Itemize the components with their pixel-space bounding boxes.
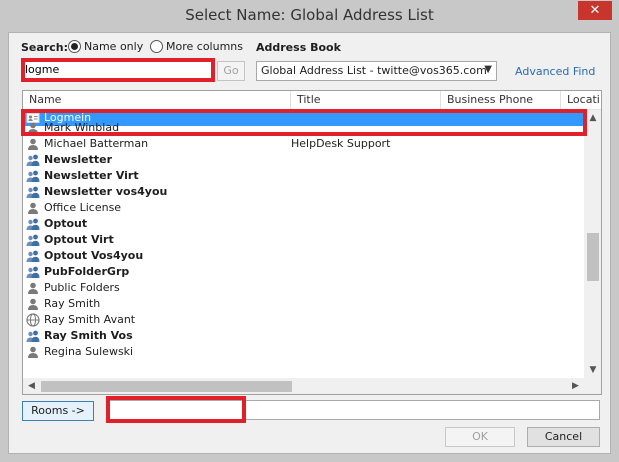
close-icon: ✕ [589, 3, 601, 18]
row-name: PubFolderGrp [44, 265, 130, 278]
radio-name-only-indicator[interactable] [68, 40, 81, 53]
column-header-location[interactable]: Locati [561, 91, 601, 109]
rooms-button[interactable]: Rooms -> [22, 401, 94, 421]
table-row[interactable]: Ray Smith Avant [23, 312, 584, 328]
user-icon [26, 137, 40, 151]
radio-name-only-label: Name only [84, 40, 144, 53]
user-icon [26, 201, 40, 215]
group-icon [26, 329, 40, 343]
address-book-label: Address Book [256, 41, 341, 54]
user-icon [26, 297, 40, 311]
radio-more-columns-indicator[interactable] [150, 40, 163, 53]
horizontal-scrollbar[interactable]: ◀ ▶ [23, 378, 584, 394]
radio-more-columns-label: More columns [166, 40, 243, 53]
table-row[interactable]: Office License [23, 200, 584, 216]
horizontal-scroll-thumb[interactable] [41, 381, 292, 392]
user-icon [26, 345, 40, 359]
row-name: Optout [44, 217, 88, 230]
table-row[interactable]: PubFolderGrp [23, 264, 584, 280]
table-row[interactable]: Public Folders [23, 280, 584, 296]
scroll-down-icon[interactable]: ▼ [584, 362, 601, 378]
table-row[interactable]: Optout Virt [23, 232, 584, 248]
radio-selected-dot [71, 43, 78, 50]
go-button[interactable]: Go [217, 61, 245, 81]
group-icon [26, 265, 40, 279]
row-name: Optout Vos4you [44, 249, 144, 262]
table-row[interactable]: Optout Vos4you [23, 248, 584, 264]
title-bar: Select Name: Global Address List ✕ [0, 0, 619, 32]
group-icon [26, 233, 40, 247]
address-book-select[interactable]: Global Address List - twitte@vos365.com … [256, 61, 497, 81]
vertical-scrollbar[interactable]: ▲ ▼ [584, 110, 601, 378]
row-title: HelpDesk Support [291, 137, 391, 150]
column-header-title[interactable]: Title [291, 91, 441, 109]
row-name: Michael Batterman [44, 137, 149, 150]
table-row[interactable]: Regina Sulewski [23, 344, 584, 360]
scrollbar-corner [584, 378, 601, 394]
column-header-name[interactable]: Name [23, 91, 291, 109]
close-button[interactable]: ✕ [578, 1, 612, 20]
list-rows: Logmein Mark Winblad Michael Batterman Help… [23, 110, 584, 378]
table-row[interactable]: Optout [23, 216, 584, 232]
row-name: Ray Smith Avant [44, 313, 136, 326]
group-icon [26, 249, 40, 263]
window-title: Select Name: Global Address List [185, 6, 434, 24]
highlight-box-search [21, 58, 215, 82]
dialog-body: Search: Name only More columns Address B… [8, 32, 611, 454]
row-name: Newsletter Virt [44, 169, 139, 182]
table-row[interactable]: Newsletter vos4you [23, 184, 584, 200]
row-name: Newsletter [44, 153, 113, 166]
row-name: Ray Smith Vos [44, 329, 133, 342]
table-row[interactable]: Newsletter [23, 152, 584, 168]
group-icon [26, 217, 40, 231]
advanced-find-link[interactable]: Advanced Find [515, 65, 595, 78]
row-name: Regina Sulewski [44, 345, 134, 358]
globe-user-icon [26, 313, 40, 327]
cancel-button[interactable]: Cancel [527, 427, 600, 447]
table-row[interactable]: Ray Smith Vos [23, 328, 584, 344]
row-name: Public Folders [44, 281, 120, 294]
row-name: Newsletter vos4you [44, 185, 168, 198]
row-name: Office License [44, 201, 122, 214]
row-name: Optout Virt [44, 233, 114, 246]
radio-more-columns[interactable]: More columns [150, 40, 243, 53]
scroll-right-icon[interactable]: ▶ [567, 378, 584, 394]
user-icon [26, 281, 40, 295]
column-header-business-phone[interactable]: Business Phone [441, 91, 561, 109]
highlight-box-rooms-input [106, 396, 246, 423]
group-icon [26, 185, 40, 199]
group-icon [26, 153, 40, 167]
table-row[interactable]: Ray Smith [23, 296, 584, 312]
address-book-value: Global Address List - twitte@vos365.com [261, 64, 487, 77]
group-icon [26, 169, 40, 183]
ok-button[interactable]: OK [445, 427, 515, 447]
radio-name-only[interactable]: Name only [68, 40, 143, 53]
table-row[interactable]: Newsletter Virt [23, 168, 584, 184]
highlight-box-selected-row [21, 109, 587, 136]
search-label: Search: [21, 41, 68, 54]
table-row[interactable]: Michael Batterman HelpDesk Support [23, 136, 584, 152]
vertical-scroll-thumb[interactable] [587, 233, 599, 281]
row-name: Ray Smith [44, 297, 101, 310]
scroll-left-icon[interactable]: ◀ [23, 378, 40, 394]
chevron-down-icon: ▼ [484, 64, 492, 75]
